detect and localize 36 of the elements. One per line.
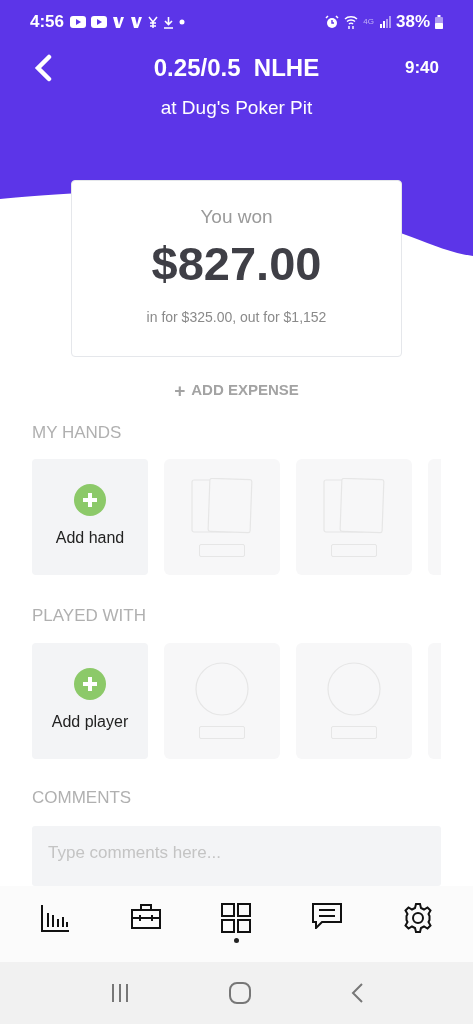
session-title: 0.25/0.5 NLHE [152, 53, 321, 83]
result-amount: $827.00 [151, 239, 322, 287]
section-title: COMMENTS [32, 786, 133, 809]
dot-icon [179, 19, 186, 25]
video-icon [70, 16, 87, 28]
add-hand-button[interactable]: Add hand [32, 459, 148, 575]
session-duration: 9:40 [404, 57, 439, 80]
download-icon [163, 15, 175, 29]
section-title: PLAYED WITH [32, 605, 147, 627]
location-text: at Dug's Poker Pit [159, 96, 314, 120]
add-label: Add player [51, 711, 129, 732]
add-player-button[interactable]: Add player [32, 642, 148, 759]
briefcase-icon[interactable] [130, 903, 161, 929]
v-shape-icon [112, 15, 126, 29]
result-detail: in for $325.00, out for $1,152 [146, 307, 327, 327]
wifi-icon [344, 14, 359, 30]
add-label: Add hand [55, 528, 125, 548]
back-icon[interactable] [349, 982, 364, 1004]
signal-icon [378, 16, 391, 28]
plus-text: + [174, 380, 186, 400]
bar-chart-icon[interactable] [40, 903, 71, 933]
network-label: 4G [363, 16, 374, 28]
grid-icon[interactable] [221, 903, 252, 933]
video-icon [91, 16, 108, 28]
status-time: 4:56 [30, 11, 65, 34]
alarm-icon [325, 15, 340, 29]
battery-percent: 38% [395, 11, 430, 34]
recent-apps-icon[interactable] [109, 983, 130, 1003]
home-icon[interactable] [228, 982, 251, 1004]
battery-icon [435, 15, 443, 29]
v-shape-icon [130, 15, 144, 29]
chat-icon[interactable] [312, 903, 343, 929]
result-label: You won [200, 205, 273, 229]
settings-icon[interactable] [402, 903, 433, 933]
yen-icon [148, 15, 159, 29]
section-title: MY HANDS [32, 421, 123, 444]
